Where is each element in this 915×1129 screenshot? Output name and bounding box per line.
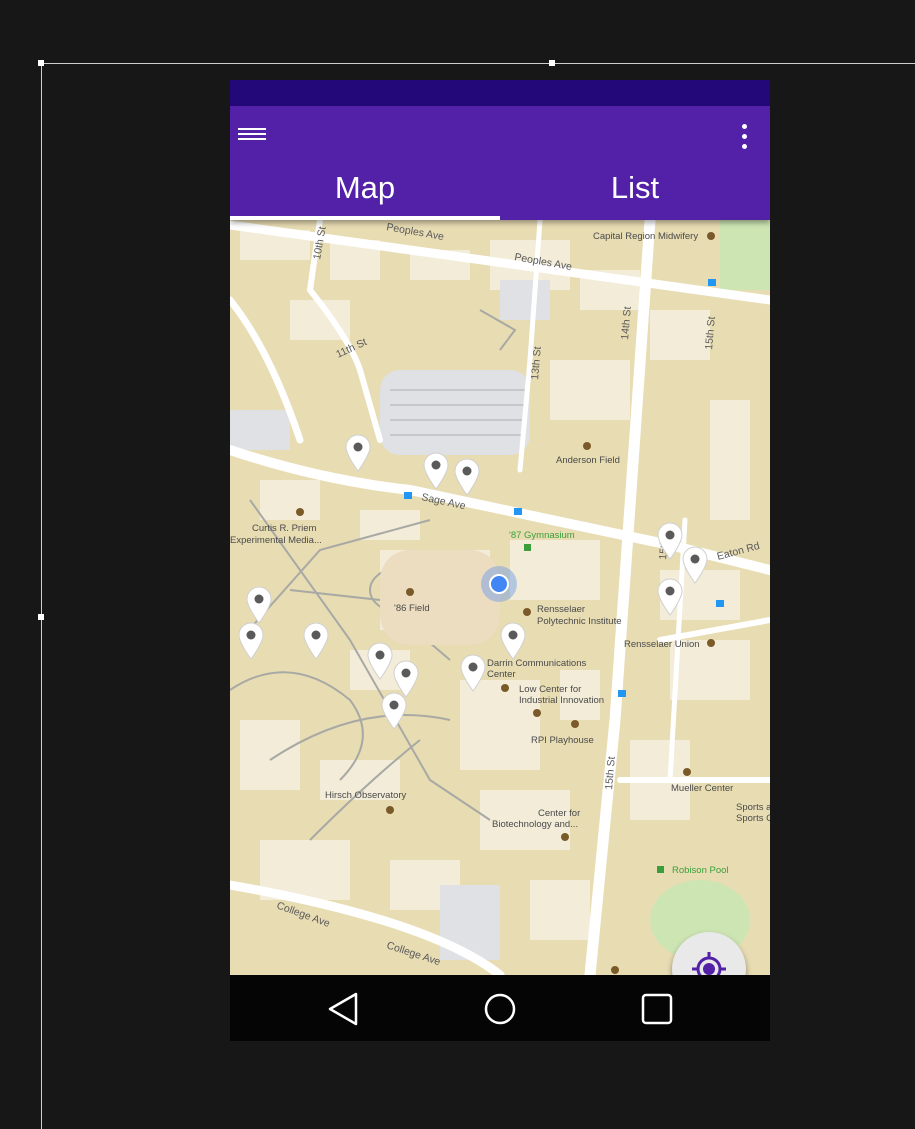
gps-crosshair-icon [692,952,726,975]
system-nav-bar [230,975,770,1041]
place-label: Sports a [736,802,770,813]
map-pin-icon[interactable] [656,522,684,560]
current-location-dot [481,566,517,602]
place-label: Center [487,669,516,680]
map-pin-icon[interactable] [237,622,265,660]
street-label: 13th St [529,346,544,380]
place-label: Robison Pool [672,865,729,876]
selection-handle[interactable] [38,614,44,620]
place-label: Low Center for [519,684,581,695]
map-pin-icon[interactable] [302,622,330,660]
place-label: Hirsch Observatory [325,790,407,801]
place-label: Rensselaer [537,604,585,615]
selection-guide-horizontal [41,63,915,64]
selection-handle[interactable] [38,60,44,66]
place-label: Capital Region Midwifery [593,231,698,242]
place-label: '87 Gymnasium [509,530,575,541]
street-label: 14th St [619,306,634,340]
home-circle-icon[interactable] [480,989,520,1029]
map-pin-icon[interactable] [422,452,450,490]
street-label: 15th St [703,316,718,350]
place-label: Industrial Innovation [519,695,604,706]
phone-screen: Map List Peoples Ave Peoples Ave 10th St… [230,80,770,1041]
map-pin-icon[interactable] [459,654,487,692]
street-label: Peoples Ave [385,221,445,243]
tab-map[interactable]: Map [230,164,500,220]
status-bar [230,80,770,106]
my-location-button[interactable] [672,932,746,975]
selection-guide-vertical [41,63,42,1129]
street-label: 15th St [603,756,618,790]
place-label: Sports Cen [736,813,770,824]
place-label: Polytechnic Institute [537,616,622,627]
tab-list[interactable]: List [500,164,770,220]
place-label: Biotechnology and... [492,819,578,830]
map-pin-icon[interactable] [344,434,372,472]
place-label: Experimental Media... [230,535,322,546]
street-label: College Ave [385,939,442,968]
map-pin-icon[interactable] [245,586,273,624]
selection-handle[interactable] [549,60,555,66]
place-label: RPI Playhouse [531,735,594,746]
recents-square-icon[interactable] [637,989,677,1029]
map-pin-icon[interactable] [380,692,408,730]
street-label: 10th St [311,226,329,261]
place-label: '86 Field [394,603,430,614]
more-vert-icon[interactable] [736,124,752,154]
map-pin-icon[interactable] [366,642,394,680]
map-pin-icon[interactable] [453,458,481,496]
map-canvas: Peoples Ave Peoples Ave 10th St 11th St … [230,220,770,975]
map-view[interactable]: Peoples Ave Peoples Ave 10th St 11th St … [230,220,770,975]
map-pin-icon[interactable] [681,546,709,584]
place-label: Mueller Center [671,783,733,794]
back-triangle-icon[interactable] [324,989,364,1029]
app-bar: Map List [230,106,770,220]
hamburger-menu-icon[interactable] [238,128,268,150]
map-pin-icon[interactable] [656,578,684,616]
place-label: Anderson Field [556,455,620,466]
place-label: Center for [538,808,580,819]
place-label: Curtis R. Priem [252,523,316,534]
map-pin-icon[interactable] [499,622,527,660]
place-label: Rensselaer Union [624,639,700,650]
tab-bar: Map List [230,164,770,220]
